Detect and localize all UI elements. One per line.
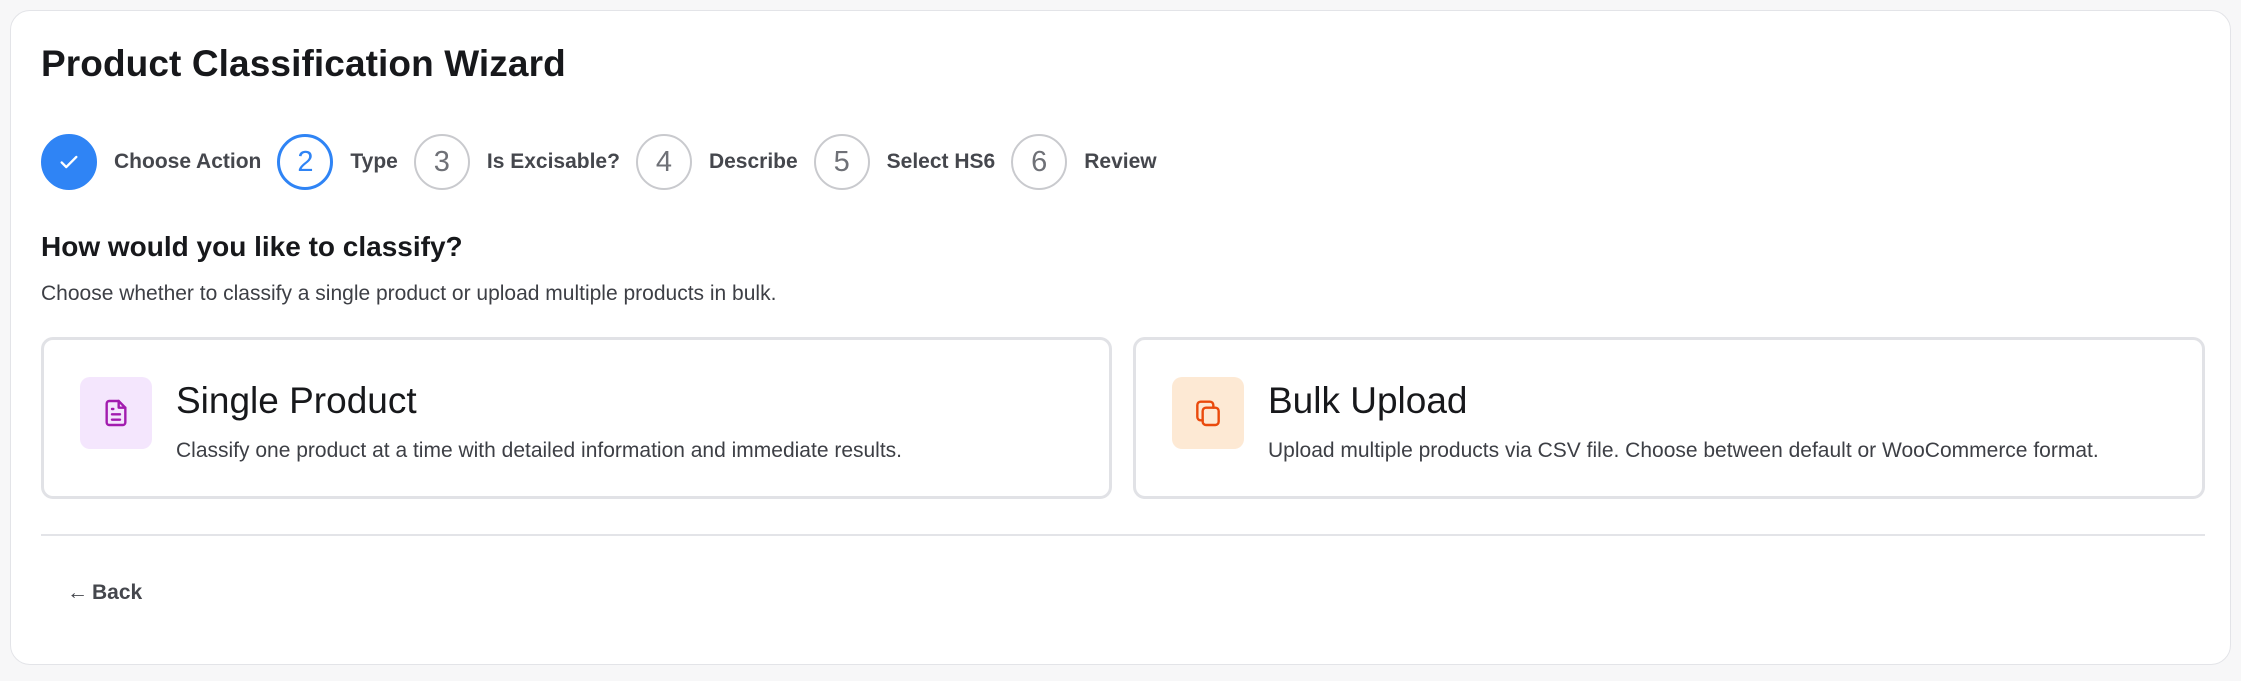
bulk-upload-icon-tile: [1172, 377, 1244, 449]
step-label: Describe: [708, 150, 798, 173]
step-label: Select HS6: [886, 150, 996, 173]
single-product-icon-tile: [80, 377, 152, 449]
copy-icon: [1196, 400, 1220, 427]
step-label: Type: [350, 150, 398, 173]
step-review[interactable]: 6 Review: [1011, 134, 1157, 190]
step-number: 3: [413, 134, 470, 190]
option-title: Bulk Upload: [1268, 380, 1468, 421]
wizard-stepper: Choose Action 2 Type 3 Is Excisable? 4 D…: [41, 134, 1173, 190]
document-icon: [105, 399, 127, 427]
option-title: Single Product: [176, 380, 417, 421]
step-describe[interactable]: 4 Describe: [635, 134, 798, 190]
step-label: Is Excisable?: [486, 150, 620, 173]
step-is-excisable[interactable]: 3 Is Excisable?: [413, 134, 620, 190]
arrow-left-icon: ←: [67, 581, 88, 604]
step-type[interactable]: 2 Type: [277, 134, 398, 190]
step-number: 2: [277, 134, 334, 190]
step-number: 5: [813, 134, 870, 190]
back-label: Back: [92, 581, 143, 604]
step-label: Review: [1084, 150, 1157, 173]
step-number: 6: [1011, 134, 1068, 190]
step-number: 4: [635, 134, 692, 190]
classification-wizard: Product Classification Wizard Choose Act…: [10, 10, 2231, 665]
step-select-hs6[interactable]: 5 Select HS6: [813, 134, 996, 190]
option-description: Classify one product at a time with deta…: [176, 439, 903, 462]
section-heading: How would you like to classify?: [41, 231, 463, 262]
back-button[interactable]: ← Back: [67, 581, 142, 605]
section-subtitle: Choose whether to classify a single prod…: [41, 282, 777, 305]
check-icon: [60, 155, 78, 169]
single-product-option-card[interactable]: Single Product Classify one product at a…: [41, 337, 1112, 499]
bulk-upload-option-card[interactable]: Bulk Upload Upload multiple products via…: [1133, 337, 2205, 499]
option-description: Upload multiple products via CSV file. C…: [1268, 439, 2099, 462]
step-choose-action[interactable]: Choose Action: [41, 134, 261, 190]
footer-divider: [41, 534, 2205, 536]
page-title: Product Classification Wizard: [41, 43, 566, 84]
step-complete-circle: [41, 134, 97, 190]
step-label: Choose Action: [114, 150, 262, 173]
